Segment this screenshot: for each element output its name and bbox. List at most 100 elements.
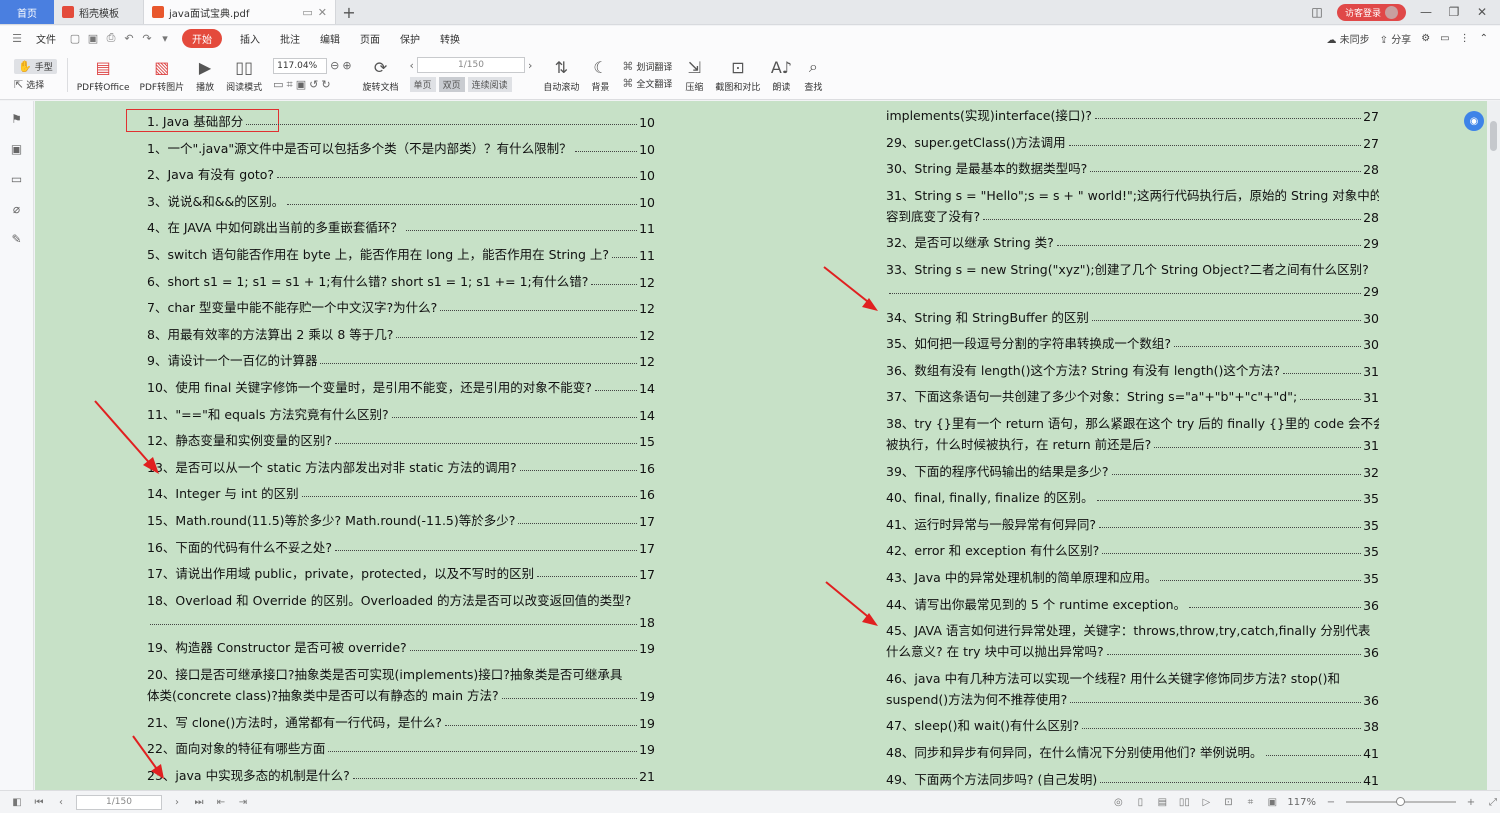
double-page-status-icon[interactable]: ▯▯: [1177, 797, 1191, 808]
toc-entry[interactable]: 4、在 JAVA 中如何跳出当前的多重嵌套循环？ 11: [147, 215, 655, 236]
compress-button[interactable]: ⇲ 压缩: [678, 52, 710, 98]
rotate-doc-button[interactable]: ⟳ 旋转文档: [358, 52, 404, 98]
toc-entry[interactable]: 46、java 中有几种方法可以实现一个线程? 用什么关键字修饰同步方法? st…: [886, 666, 1379, 708]
new-tab-button[interactable]: +: [336, 0, 362, 24]
toc-entry[interactable]: 30、String 是最基本的数据类型吗? 28: [886, 156, 1379, 177]
vertical-scrollbar[interactable]: [1487, 101, 1500, 790]
eye-care-icon[interactable]: ◎: [1111, 797, 1125, 808]
rotate-right-icon[interactable]: ↻: [321, 78, 330, 91]
toc-entry[interactable]: 34、String 和 StringBuffer 的区别 30: [886, 305, 1379, 326]
close-tab-icon[interactable]: ✕: [318, 6, 327, 19]
toc-entry[interactable]: 16、下面的代码有什么不妥之处? 17: [147, 535, 655, 556]
play-button[interactable]: ▶ 播放: [189, 52, 221, 98]
toc-entry[interactable]: 21、写 clone()方法时，通常都有一行代码，是什么? 19: [147, 710, 655, 731]
menu-protect[interactable]: 保护: [392, 31, 428, 46]
fullscreen-icon[interactable]: ⤢: [1486, 797, 1500, 808]
rotate-left-icon[interactable]: ↺: [309, 78, 318, 91]
zoom-level[interactable]: 117%: [1287, 797, 1316, 808]
actual-size-icon[interactable]: ▭: [273, 78, 283, 91]
share-button[interactable]: ⇪ 分享: [1380, 31, 1412, 46]
read-aloud-button[interactable]: A♪ 朗读: [765, 52, 797, 98]
forward-icon[interactable]: ⇥: [236, 797, 250, 808]
pdf-to-office-button[interactable]: ▤ PDF转Office: [72, 52, 135, 98]
toc-entry[interactable]: 47、sleep()和 wait()有什么区别? 38: [886, 713, 1379, 734]
double-page-button[interactable]: 双页: [438, 77, 465, 92]
screenshot-compare-button[interactable]: ⊡ 截图和对比: [710, 52, 765, 98]
folder-icon[interactable]: ▢: [68, 32, 82, 45]
hamburger-icon[interactable]: ☰: [10, 32, 24, 45]
toc-entry[interactable]: 10、使用 final 关键字修饰一个变量时，是引用不能变，还是引用的对象不能变…: [147, 375, 655, 396]
fit-width-status-icon[interactable]: ▣: [1265, 797, 1279, 808]
toc-entry[interactable]: 15、Math.round(11.5)等於多少? Math.round(-11.…: [147, 508, 655, 529]
print-icon[interactable]: ⎙: [104, 31, 118, 45]
tab-template[interactable]: 稻壳模板: [54, 0, 144, 24]
menu-convert[interactable]: 转换: [432, 31, 468, 46]
menu-insert[interactable]: 插入: [232, 31, 268, 46]
continuous-status-icon[interactable]: ▤: [1155, 797, 1169, 808]
zoom-slider[interactable]: [1346, 797, 1456, 806]
menu-start[interactable]: 开始: [182, 28, 222, 48]
zoom-in-icon[interactable]: ⊕: [342, 59, 351, 72]
toc-entry[interactable]: 23、java 中实现多态的机制是什么? 21: [147, 763, 655, 784]
back-icon[interactable]: ⇤: [214, 797, 228, 808]
next-page-status-icon[interactable]: ›: [170, 797, 184, 808]
scrollbar-thumb[interactable]: [1490, 121, 1497, 151]
toc-entry[interactable]: 20、接口是否可继承接口?抽象类是否可实现(implements)接口?抽象类是…: [147, 662, 655, 704]
thumbnail-icon[interactable]: ▣: [9, 141, 25, 157]
redo-icon[interactable]: ↷: [140, 32, 154, 45]
more-icon[interactable]: ⋮: [1460, 33, 1470, 44]
dropdown-icon[interactable]: ▾: [158, 32, 172, 45]
tab-document[interactable]: java面试宝典.pdf ▭ ✕: [144, 0, 336, 24]
signature-icon[interactable]: ✎: [9, 231, 25, 247]
toc-entry[interactable]: 22、面向对象的特征有哪些方面 19: [147, 736, 655, 757]
toc-entry[interactable]: 8、用最有效率的方法算出 2 乘以 8 等于几? 12: [147, 322, 655, 343]
bookmark-icon[interactable]: ⚑: [9, 111, 25, 127]
pdf-to-image-button[interactable]: ▧ PDF转图片: [135, 52, 190, 98]
zoom-in-status-icon[interactable]: +: [1464, 797, 1478, 808]
toc-entry[interactable]: 42、error 和 exception 有什么区别? 35: [886, 538, 1379, 559]
toc-entry[interactable]: 2、Java 有没有 goto? 10: [147, 162, 655, 183]
fit-page-icon[interactable]: ⌗: [287, 78, 293, 92]
save-icon[interactable]: ▣: [86, 32, 100, 45]
play-status-icon[interactable]: ▷: [1199, 797, 1213, 808]
menu-edit[interactable]: 编辑: [312, 31, 348, 46]
menu-file[interactable]: 文件: [28, 31, 64, 46]
toc-entry[interactable]: 41、运行时异常与一般异常有何异同? 35: [886, 512, 1379, 533]
restore-icon[interactable]: ❐: [1446, 5, 1462, 19]
toc-entry[interactable]: 40、final, finally, finalize 的区别。 35: [886, 485, 1379, 506]
toc-entry[interactable]: 29、super.getClass()方法调用 27: [886, 130, 1379, 151]
attachment-icon[interactable]: ⌀: [9, 201, 25, 217]
toc-entry[interactable]: 38、try {}里有一个 return 语句，那么紧跟在这个 try 后的 f…: [886, 411, 1379, 453]
prev-page-status-icon[interactable]: ‹: [54, 797, 68, 808]
toc-entry[interactable]: 11、"=="和 equals 方法究竟有什么区别? 14: [147, 402, 655, 423]
next-page-icon[interactable]: ›: [528, 59, 532, 72]
toc-entry[interactable]: 1. Java 基础部分 10: [147, 109, 655, 130]
sync-status[interactable]: ☁ 未同步: [1326, 31, 1369, 46]
menu-page[interactable]: 页面: [352, 31, 388, 46]
hand-tool[interactable]: ✋ 手型: [14, 58, 57, 74]
toc-entry[interactable]: 6、short s1 = 1; s1 = s1 + 1;有什么错? short …: [147, 269, 655, 290]
last-page-icon[interactable]: ⏭: [192, 797, 206, 808]
toc-entry[interactable]: 43、Java 中的异常处理机制的简单原理和应用。 35: [886, 565, 1379, 586]
toc-entry[interactable]: 14、Integer 与 int 的区别 16: [147, 481, 655, 502]
minimize-icon[interactable]: —: [1418, 5, 1434, 19]
select-tool[interactable]: ⇱ 选择: [14, 78, 57, 91]
zoom-select[interactable]: 117.04%: [273, 57, 328, 74]
toc-entry[interactable]: 49、下面两个方法同步吗? (自己发明) 41: [886, 767, 1379, 788]
status-page-input[interactable]: 1/150: [76, 794, 162, 810]
read-mode-button[interactable]: ▯▯ 阅读模式: [221, 52, 267, 98]
single-page-status-icon[interactable]: ▯: [1133, 797, 1147, 808]
toc-entry[interactable]: 3、说说&和&&的区别。 10: [147, 189, 655, 210]
fit-status-icon[interactable]: ⊡: [1221, 797, 1235, 808]
word-translate-button[interactable]: ⌘ 划词翻译: [622, 60, 672, 73]
toc-entry[interactable]: 35、如何把一段逗号分割的字符串转换成一个数组? 30: [886, 331, 1379, 352]
toc-entry[interactable]: 17、请说出作用域 public，private，protected，以及不写时…: [147, 561, 655, 582]
settings-icon[interactable]: ⚙: [1421, 33, 1430, 44]
toc-entry[interactable]: 44、请写出你最常见到的 5 个 runtime exception。 36: [886, 592, 1379, 613]
page-number-input[interactable]: 1/150: [416, 57, 525, 73]
toc-entry[interactable]: 36、数组有没有 length()这个方法? String 有没有 length…: [886, 358, 1379, 379]
toc-entry[interactable]: 32、是否可以继承 String 类? 29: [886, 230, 1379, 251]
first-page-icon[interactable]: ⏮: [32, 797, 46, 808]
toc-entry[interactable]: 39、下面的程序代码输出的结果是多少? 32: [886, 459, 1379, 480]
single-page-button[interactable]: 单页: [409, 77, 436, 92]
